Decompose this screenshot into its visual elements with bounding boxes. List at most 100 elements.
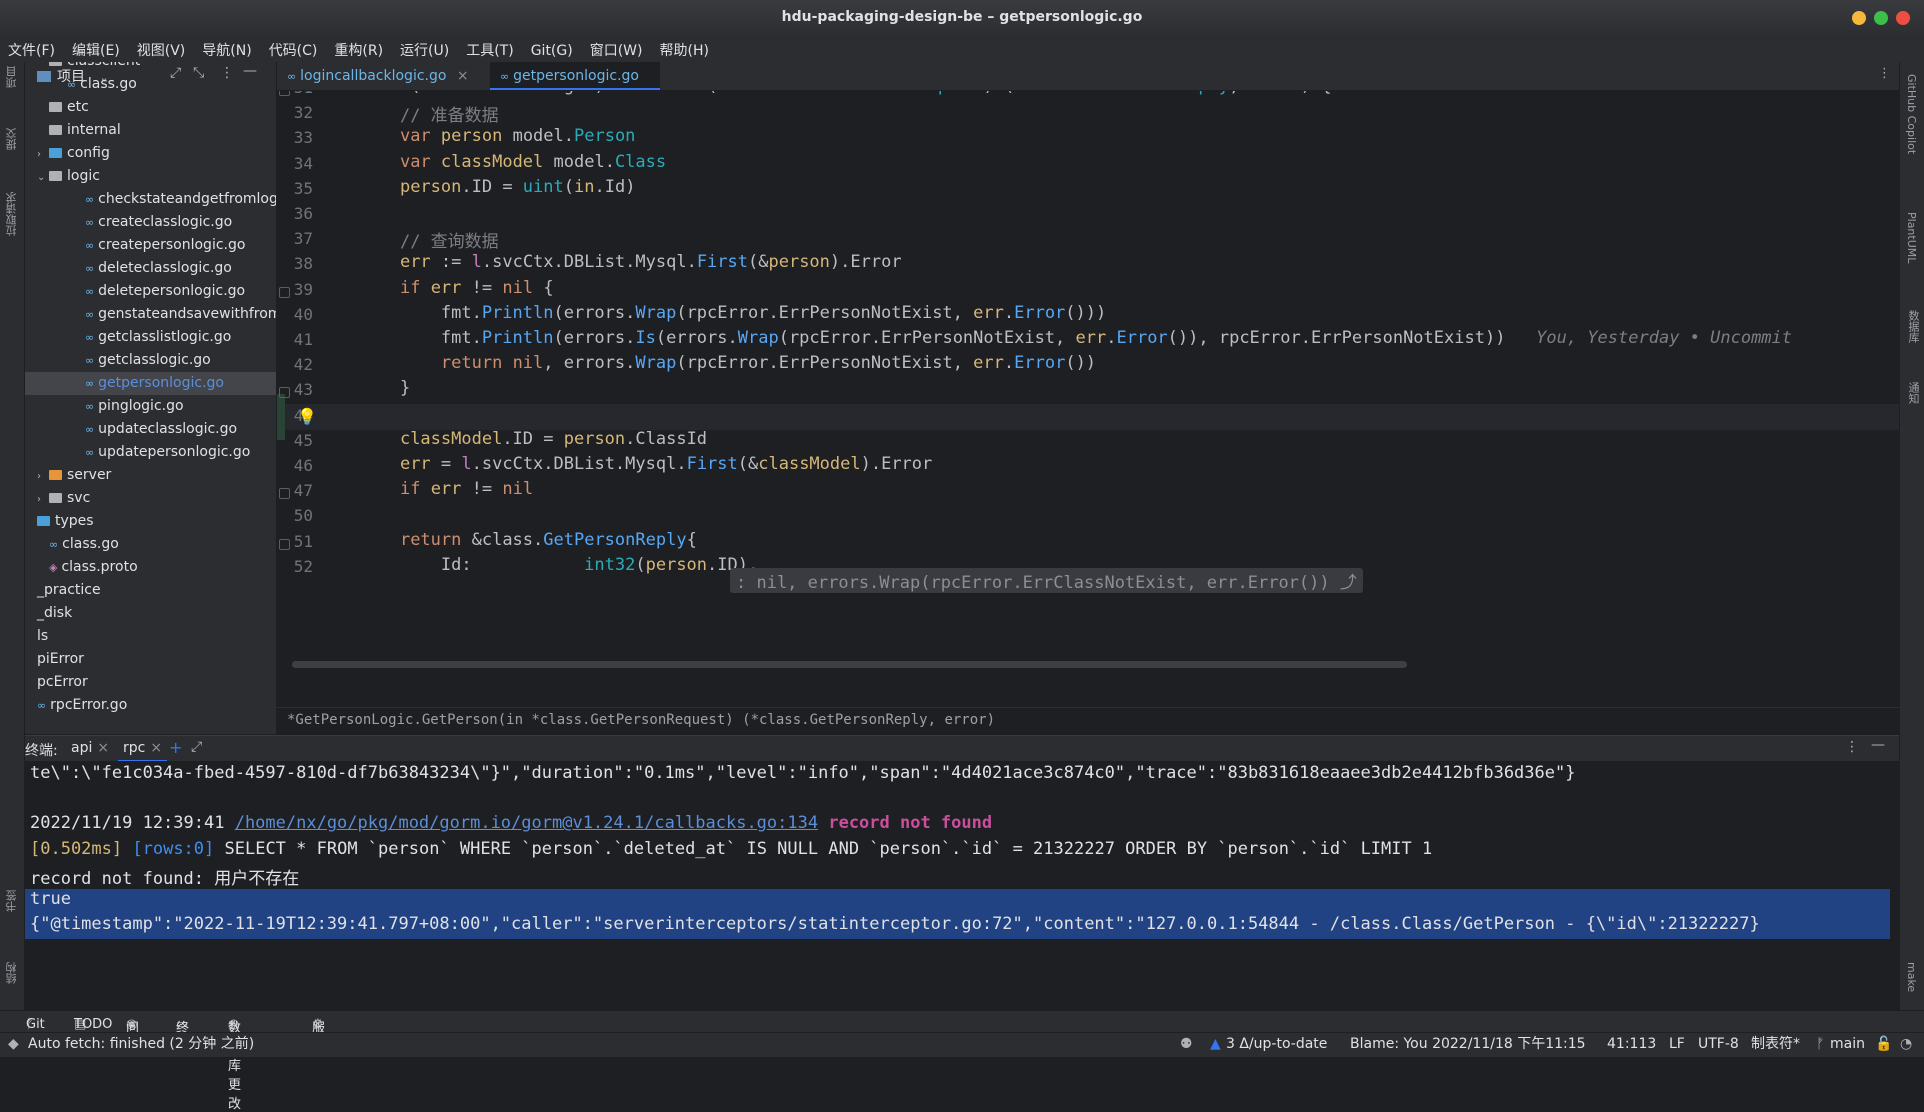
status-message[interactable]: Auto fetch: finished (2 分钟 之前) <box>28 1033 254 1056</box>
file-encoding[interactable]: UTF-8 <box>1698 1033 1739 1056</box>
tab-getpersonlogic[interactable]: ∞getpersonlogic.go × <box>490 62 660 113</box>
code-line[interactable]: if err != nil <box>359 479 543 499</box>
project-tool-button[interactable]: 项目 <box>4 66 20 88</box>
bulb-icon[interactable]: 💡 <box>297 407 317 426</box>
tree-item[interactable]: ⌄ logic <box>25 165 276 188</box>
more-options-icon[interactable]: ⋮ <box>1845 739 1859 755</box>
notifications-tool-button[interactable]: 通知 <box>1905 382 1921 404</box>
tree-item[interactable]: pcError <box>25 671 276 694</box>
expand-arrow-icon[interactable]: › <box>37 465 49 488</box>
vcs-status[interactable]: 3 Δ/up-to-date <box>1226 1033 1327 1056</box>
tree-item[interactable]: ∞ deleteclasslogic.go <box>25 257 276 280</box>
copilot-icon[interactable]: ⚉ <box>1180 1033 1193 1056</box>
tree-item[interactable]: ∞ getclasslistlogic.go <box>25 326 276 349</box>
indent-setting[interactable]: 制表符* <box>1751 1033 1800 1056</box>
database-tool-button[interactable]: 数据库 <box>1905 310 1921 343</box>
terminal-output[interactable]: te\":\"fe1c034a-fbed-4597-810d-df7b63843… <box>25 761 1899 1010</box>
close-tab-icon[interactable]: × <box>97 740 109 756</box>
code-line[interactable]: var person model.Person <box>359 126 635 146</box>
make-tool-button[interactable]: make <box>1905 962 1918 992</box>
tree-item[interactable]: internal <box>25 119 276 142</box>
code-line[interactable]: fmt.Println(errors.Wrap(rpcError.ErrPers… <box>359 303 1106 323</box>
menu-item[interactable]: 导航(N) <box>194 36 260 60</box>
expand-arrow-icon[interactable]: › <box>37 143 49 166</box>
tree-item[interactable]: _practice <box>25 579 276 602</box>
editor-scrollbar[interactable] <box>292 661 1407 668</box>
code-line[interactable]: var classModel model.Class <box>359 152 666 172</box>
terminal-tab-api[interactable]: api × <box>71 740 109 756</box>
code-line[interactable]: } <box>359 378 410 398</box>
code-line[interactable]: Id: int32(person.ID), <box>359 555 758 575</box>
tree-item[interactable]: ∞ getclasslogic.go <box>25 349 276 372</box>
tree-item[interactable]: ◈ class.proto <box>25 556 276 579</box>
code-line[interactable]: err = l.svcCtx.DBList.Mysql.First(&class… <box>359 454 932 474</box>
bookmarks-tool-button[interactable]: 书签 <box>4 890 20 912</box>
line-separator[interactable]: LF <box>1669 1033 1685 1056</box>
lock-icon[interactable]: 🔓 <box>1875 1033 1892 1056</box>
close-button[interactable] <box>1896 11 1910 25</box>
tree-item[interactable]: types <box>25 510 276 533</box>
menu-item[interactable]: 帮助(H) <box>651 36 717 60</box>
tree-item[interactable]: ls <box>25 625 276 648</box>
caret-position[interactable]: 41:113 <box>1607 1033 1656 1056</box>
code-editor[interactable]: 31func (l *GetPersonLogic) GetPerson(in … <box>277 91 1899 707</box>
hide-panel-icon[interactable]: — <box>1871 737 1885 753</box>
code-line[interactable]: // 查询数据 <box>359 227 499 252</box>
tab-logincallbacklogic[interactable]: ∞ logincallbacklogic.go × <box>277 62 487 90</box>
code-line[interactable]: fmt.Println(errors.Is(errors.Wrap(rpcErr… <box>359 328 1792 348</box>
more-tabs-icon[interactable]: ⋮ <box>1878 66 1891 81</box>
terminal-tab-rpc[interactable]: rpc × <box>118 736 168 762</box>
tree-item[interactable]: › config <box>25 142 276 165</box>
code-line[interactable]: return nil, errors.Wrap(rpcError.ErrPers… <box>359 353 1096 373</box>
expand-arrow-icon[interactable]: ⌄ <box>37 166 49 189</box>
code-line[interactable]: return &class.GetPersonReply{ <box>359 530 697 550</box>
tree-item[interactable]: ∞ checkstateandgetfromlog <box>25 188 276 211</box>
code-line[interactable]: err := l.svcCtx.DBList.Mysql.First(&pers… <box>359 252 902 272</box>
blame-status[interactable]: Blame: You 2022/11/18 下午11:15 <box>1350 1033 1586 1056</box>
menu-item[interactable]: 编辑(E) <box>64 36 129 60</box>
tree-item[interactable]: ∞ createpersonlogic.go <box>25 234 276 257</box>
tree-item[interactable]: ∞ rpcError.go <box>25 694 276 717</box>
tree-item[interactable]: ∞ getpersonlogic.go <box>25 372 276 395</box>
close-tab-icon[interactable]: × <box>150 740 162 756</box>
fold-marker-icon[interactable] <box>279 538 290 550</box>
menu-item[interactable]: 工具(T) <box>458 36 522 60</box>
tree-item[interactable]: ∞ class.go <box>25 73 276 96</box>
plantuml-tool-button[interactable]: PlantUML <box>1905 212 1918 263</box>
menu-item[interactable]: Git(G) <box>523 39 582 59</box>
menu-item[interactable]: 代码(C) <box>261 36 327 60</box>
fold-marker-icon[interactable] <box>279 387 290 399</box>
tree-item[interactable]: piError <box>25 648 276 671</box>
notification-icon[interactable]: ◔ <box>1900 1033 1912 1056</box>
fold-marker-icon[interactable] <box>279 488 290 500</box>
editor-breadcrumb[interactable]: *GetPersonLogic.GetPerson(in *class.GetP… <box>277 707 1899 731</box>
add-tab-icon[interactable]: + <box>169 738 182 757</box>
copilot-tool-button[interactable]: GitHub Copilot <box>1905 74 1918 154</box>
tree-item[interactable]: _disk <box>25 602 276 625</box>
minimize-button[interactable] <box>1852 11 1866 25</box>
commit-tool-button[interactable]: 提交 <box>4 128 20 150</box>
pull-requests-tool-button[interactable]: 拉取请求 <box>4 192 20 236</box>
tree-item[interactable]: classclient <box>25 62 276 73</box>
menu-item[interactable]: 窗口(W) <box>582 36 652 60</box>
fold-marker-icon[interactable] <box>279 91 290 96</box>
close-tab-icon[interactable]: × <box>457 68 469 84</box>
code-line[interactable]: // 准备数据 <box>359 101 499 126</box>
tree-item[interactable]: › svc <box>25 487 276 510</box>
tree-item[interactable]: ∞ class.go <box>25 533 276 556</box>
code-line[interactable]: func (l *GetPersonLogic) GetPerson(in *c… <box>359 91 1332 96</box>
tree-item[interactable]: ∞ genstateandsavewithfrom <box>25 303 276 326</box>
code-line[interactable]: if err != nil { <box>359 278 554 298</box>
menu-item[interactable]: 运行(U) <box>392 36 458 60</box>
code-line[interactable]: classModel.ID = person.ClassId <box>359 429 707 449</box>
maximize-button[interactable] <box>1874 11 1888 25</box>
tree-item[interactable]: ∞ updateclasslogic.go <box>25 418 276 441</box>
menu-item[interactable]: 重构(R) <box>326 36 392 60</box>
git-branch[interactable]: main <box>1830 1033 1865 1056</box>
fold-marker-icon[interactable] <box>279 286 290 298</box>
folded-code-region[interactable]: : nil, errors.Wrap(rpcError.ErrClassNotE… <box>730 568 1363 593</box>
menu-item[interactable]: 文件(F) <box>0 36 64 60</box>
tree-item[interactable]: ∞ deletepersonlogic.go <box>25 280 276 303</box>
code-line[interactable]: person.ID = uint(in.Id) <box>359 177 635 197</box>
structure-tool-button[interactable]: 结构 <box>4 962 20 984</box>
